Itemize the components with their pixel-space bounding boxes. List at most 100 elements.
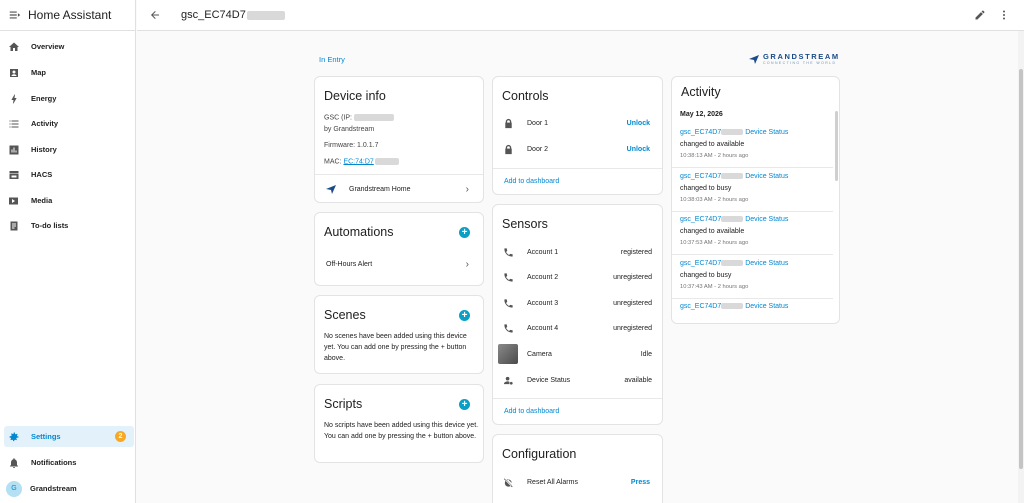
redacted-blur — [374, 158, 399, 165]
unlock-button[interactable]: Unlock — [627, 120, 650, 127]
brand-tagline: CONNECTING THE WORLD — [763, 61, 837, 65]
chart-icon — [8, 144, 20, 156]
sidebar-item-label: Settings — [31, 432, 61, 441]
sidebar-item-media[interactable]: Media — [4, 190, 134, 211]
chevron-right-icon: › — [465, 183, 469, 195]
unlock-button[interactable]: Unlock — [627, 146, 650, 153]
sidebar-item-overview[interactable]: Overview — [4, 36, 134, 57]
add-to-dashboard-link[interactable]: Add to dashboard — [504, 178, 559, 185]
menu-icon[interactable] — [8, 8, 22, 22]
sensor-label: Account 4 — [527, 324, 559, 332]
divider — [493, 168, 662, 169]
sensor-row[interactable]: Camera Idle — [493, 344, 662, 364]
activity-entity-link[interactable]: gsc_EC74D7 Device Status — [680, 173, 788, 180]
activity-entity-link[interactable]: gsc_EC74D7 Device Status — [680, 216, 788, 223]
entity-suffix: Device Status — [743, 303, 789, 310]
card-title: Activity — [681, 85, 721, 99]
sidebar-item-activity[interactable]: Activity — [4, 113, 134, 134]
sidebar-item-label: Overview — [31, 42, 65, 51]
automation-row[interactable]: Off-Hours Alert › — [315, 254, 483, 274]
card-title: Automations — [324, 225, 394, 239]
back-arrow-icon[interactable] — [149, 9, 161, 21]
scripts-card: Scripts + No scripts have been added usi… — [314, 384, 484, 463]
page-scrollbar[interactable] — [1018, 31, 1024, 503]
camera-thumbnail[interactable] — [498, 344, 518, 364]
control-row[interactable]: Door 2 Unlock — [493, 139, 662, 159]
redacted-blur — [721, 216, 744, 223]
entity-name: gsc_EC74D7 — [680, 303, 722, 310]
activity-text: changed to busy — [680, 272, 732, 279]
dots-vertical-icon[interactable] — [998, 9, 1010, 21]
activity-time: 10:38:13 AM - 2 hours ago — [680, 153, 749, 159]
add-automation-plus-icon[interactable]: + — [459, 227, 470, 238]
settings-badge: 2 — [115, 431, 126, 442]
card-title: Scripts — [324, 397, 363, 411]
entity-suffix: Device Status — [743, 129, 789, 136]
page-title: gsc_EC74D7 — [181, 9, 285, 21]
grandstream-logo-icon — [326, 185, 336, 194]
activity-scroll-thumb[interactable] — [835, 111, 838, 181]
account-status-icon — [503, 375, 514, 386]
activity-text: changed to available — [680, 141, 745, 148]
sensor-row[interactable]: Account 3 unregistered — [493, 293, 662, 313]
add-script-plus-icon[interactable]: + — [459, 399, 470, 410]
activity-entity-link[interactable]: gsc_EC74D7 Device Status — [680, 129, 788, 136]
control-row[interactable]: Door 1 Unlock — [493, 113, 662, 133]
scenes-card: Scenes + No scenes have been added using… — [314, 295, 484, 374]
sensor-value: unregistered — [613, 273, 652, 281]
add-scene-plus-icon[interactable]: + — [459, 310, 470, 321]
sidebar-item-label: Energy — [31, 94, 57, 103]
automation-label: Off-Hours Alert — [326, 260, 373, 268]
activity-entry: gsc_EC74D7 Device Status changed to avai… — [672, 125, 833, 168]
sidebar-item-energy[interactable]: Energy — [4, 88, 134, 109]
sidebar-item-hacs[interactable]: HACS — [4, 164, 134, 185]
sidebar-item-settings[interactable]: Settings 2 — [4, 426, 134, 447]
hacs-icon — [8, 169, 20, 181]
device-model-text: GSC (IP: — [324, 114, 353, 122]
sensor-row[interactable]: Account 2 unregistered — [493, 267, 662, 287]
activity-entry: gsc_EC74D7 Device Status changed to avai… — [672, 212, 833, 255]
divider — [315, 174, 483, 175]
bell-icon — [8, 457, 20, 469]
device-firmware: Firmware: 1.0.1.7 — [324, 142, 379, 149]
brand-logo: GRANDSTREAM CONNECTING THE WORLD — [748, 52, 840, 65]
entity-name: gsc_EC74D7 — [680, 260, 722, 267]
configuration-row[interactable]: Reset All Alarms Press — [493, 472, 662, 492]
lightning-icon — [8, 93, 20, 105]
avatar: G — [6, 480, 22, 497]
breadcrumb[interactable]: In Entry — [319, 55, 345, 64]
activity-card: Activity May 12, 2026 gsc_EC74D7 Device … — [671, 76, 840, 324]
top-bar: gsc_EC74D7 — [137, 0, 1024, 31]
activity-text: changed to available — [680, 228, 745, 235]
page-scroll-thumb[interactable] — [1019, 69, 1023, 469]
pencil-icon[interactable] — [974, 9, 986, 21]
card-title: Sensors — [502, 217, 548, 231]
sidebar-item-history[interactable]: History — [4, 139, 134, 160]
sensor-row[interactable]: Account 1 registered — [493, 242, 662, 262]
redacted-blur — [353, 114, 394, 121]
divider — [493, 398, 662, 399]
device-info-card: Device info GSC (IP: by Grandstream Firm… — [314, 76, 484, 203]
sidebar-item-user[interactable]: G Grandstream — [4, 478, 134, 499]
media-icon — [8, 195, 20, 207]
sidebar-item-todo[interactable]: To-do lists — [4, 215, 134, 236]
activity-entry: gsc_EC74D7 Device Status changed to busy… — [672, 169, 833, 212]
activity-entry: gsc_EC74D7 Device Status changed to busy… — [672, 256, 833, 299]
activity-time: 10:37:43 AM - 2 hours ago — [680, 284, 749, 290]
integration-row[interactable]: Grandstream Home › — [315, 179, 483, 199]
card-title: Configuration — [502, 447, 577, 461]
activity-entity-link[interactable]: gsc_EC74D7 Device Status — [680, 303, 788, 310]
mac-link[interactable]: EC:74:D7 — [343, 158, 373, 165]
sensor-row[interactable]: Account 4 unregistered — [493, 318, 662, 338]
sidebar-item-label: History — [31, 145, 57, 154]
press-button[interactable]: Press — [631, 479, 650, 486]
sidebar-item-map[interactable]: Map — [4, 62, 134, 83]
sidebar-title: Home Assistant — [28, 8, 112, 22]
sidebar-item-notifications[interactable]: Notifications — [4, 452, 134, 473]
sidebar-item-label: To-do lists — [31, 221, 69, 230]
activity-entity-link[interactable]: gsc_EC74D7 Device Status — [680, 260, 788, 267]
sensor-row[interactable]: Device Status available — [493, 370, 662, 390]
add-to-dashboard-link[interactable]: Add to dashboard — [504, 408, 559, 415]
map-icon — [8, 67, 20, 79]
sidebar-header: Home Assistant — [0, 0, 135, 31]
